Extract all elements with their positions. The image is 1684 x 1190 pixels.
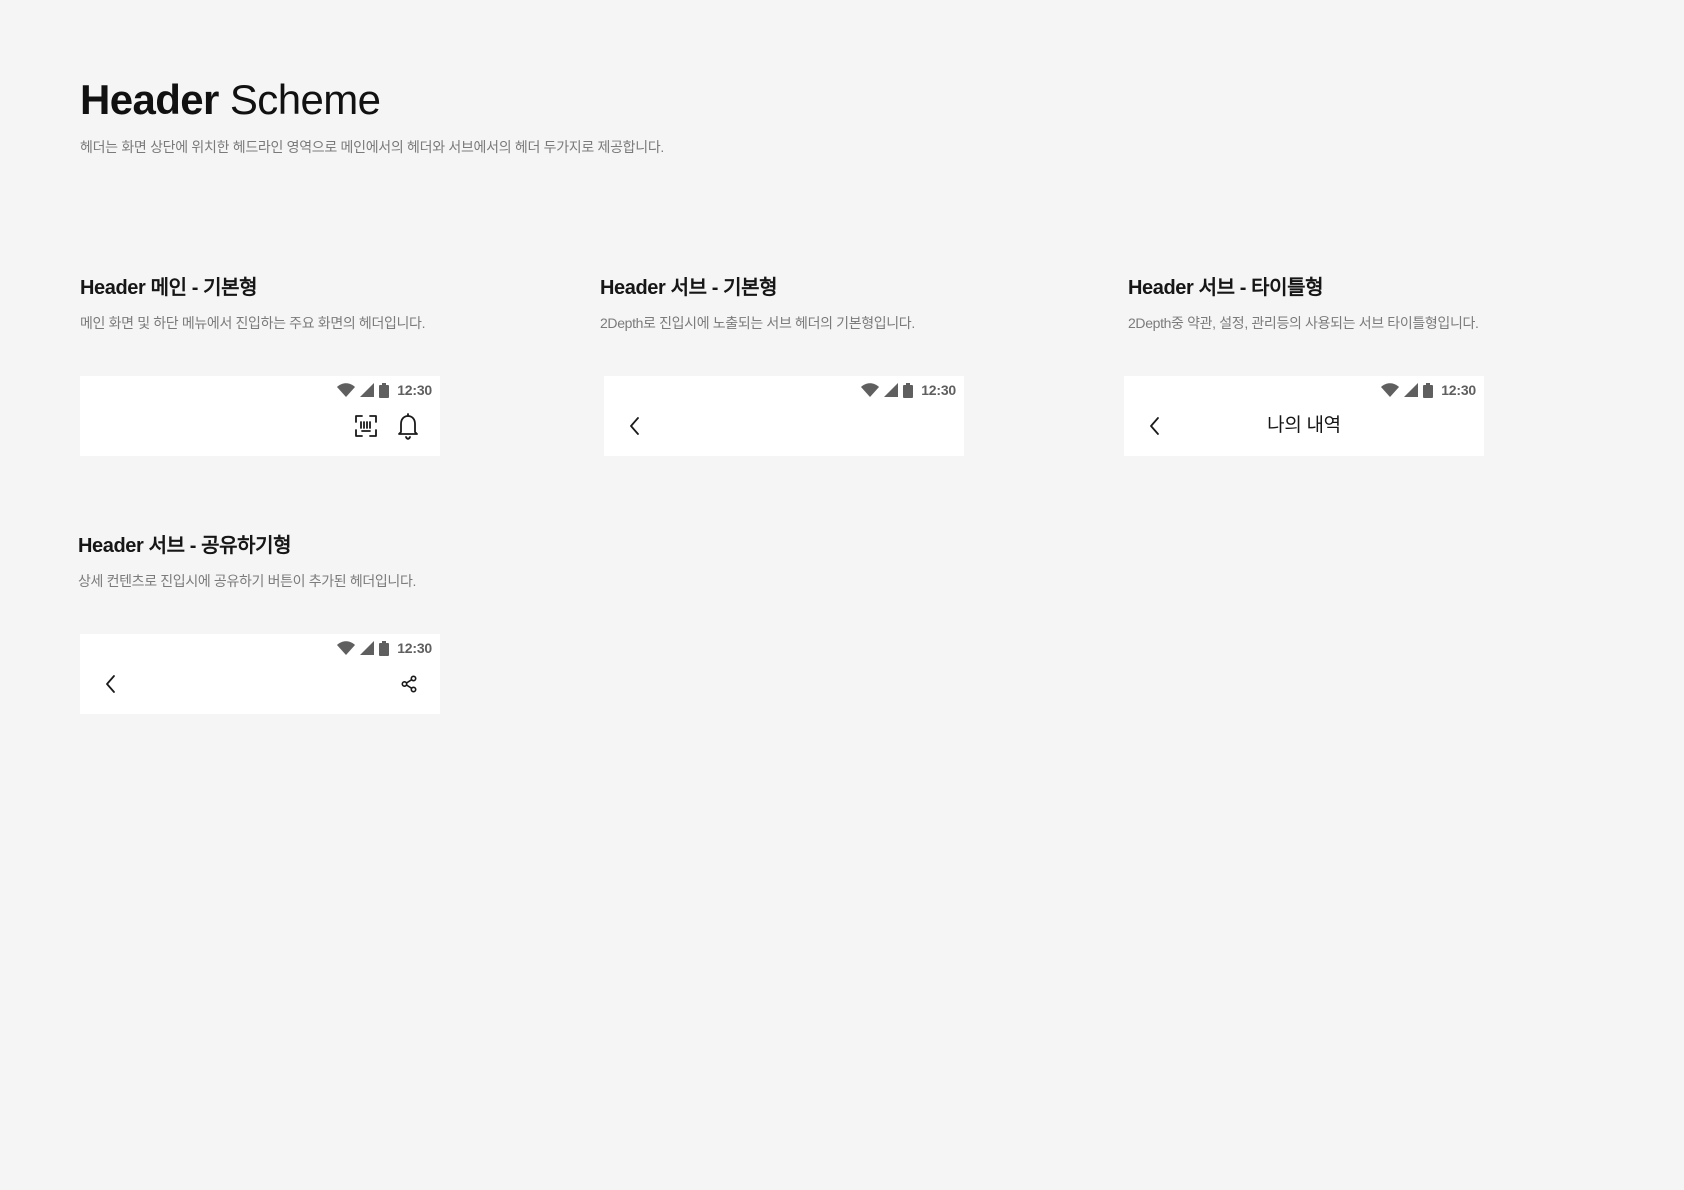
- section-description: 2Depth중 약관, 설정, 관리등의 사용되는 서브 타이틀형입니다.: [1128, 315, 1479, 331]
- header-title: 나의 내역: [1267, 415, 1341, 436]
- battery-icon: [379, 382, 390, 398]
- section-description: 2Depth로 진입시에 노출되는 서브 헤더의 기본형입니다.: [600, 315, 915, 331]
- header-bar: 나의 내역: [1124, 404, 1484, 448]
- section-title: Header 서브 - 공유하기형: [78, 535, 292, 557]
- battery-icon: [379, 640, 390, 656]
- section-main-basic: Header 메인 - 기본형 메인 화면 및 하단 메뉴에서 진입하는 주요 …: [80, 275, 540, 332]
- header-bar: [80, 404, 440, 448]
- wifi-icon: [337, 383, 356, 397]
- status-bar: 12:30: [337, 380, 432, 400]
- header-preview-main-basic: 12:30: [80, 376, 440, 456]
- wifi-icon: [337, 641, 356, 655]
- section-title: Header 서브 - 기본형: [600, 277, 778, 299]
- signal-icon: [360, 641, 375, 655]
- status-time: 12:30: [1441, 382, 1476, 398]
- section-title: Header 메인 - 기본형: [80, 277, 258, 299]
- status-bar: 12:30: [1381, 380, 1476, 400]
- section-description: 상세 컨텐츠로 진입시에 공유하기 버튼이 추가된 헤더입니다.: [78, 573, 417, 589]
- header-bar: [80, 662, 440, 706]
- status-time: 12:30: [921, 382, 956, 398]
- page-title-strong: Header: [80, 76, 219, 123]
- status-bar: 12:30: [337, 638, 432, 658]
- bell-icon[interactable]: [392, 409, 424, 443]
- header-preview-sub-basic: 12:30: [604, 376, 964, 456]
- battery-icon: [903, 382, 914, 398]
- section-sub-title: Header 서브 - 타이틀형 2Depth중 약관, 설정, 관리등의 사용…: [1128, 275, 1588, 332]
- back-icon[interactable]: [96, 669, 126, 699]
- scan-icon[interactable]: [350, 410, 382, 442]
- status-bar: 12:30: [861, 380, 956, 400]
- back-icon[interactable]: [620, 411, 650, 441]
- signal-icon: [1404, 383, 1419, 397]
- status-time: 12:30: [397, 640, 432, 656]
- signal-icon: [360, 383, 375, 397]
- share-icon[interactable]: [394, 669, 424, 699]
- section-sub-basic: Header 서브 - 기본형 2Depth로 진입시에 노출되는 서브 헤더의…: [600, 275, 1060, 332]
- page-description: 헤더는 화면 상단에 위치한 헤드라인 영역으로 메인에서의 헤더와 서브에서의…: [80, 139, 665, 155]
- section-description: 메인 화면 및 하단 메뉴에서 진입하는 주요 화면의 헤더입니다.: [80, 315, 426, 331]
- section-title: Header 서브 - 타이틀형: [1128, 277, 1324, 299]
- header-bar: [604, 404, 964, 448]
- wifi-icon: [1381, 383, 1400, 397]
- page-title: Header Scheme: [80, 74, 381, 126]
- battery-icon: [1423, 382, 1434, 398]
- page-title-light: Scheme: [229, 76, 381, 123]
- signal-icon: [884, 383, 899, 397]
- section-sub-share: Header 서브 - 공유하기형 상세 컨텐츠로 진입시에 공유하기 버튼이 …: [78, 533, 538, 590]
- status-time: 12:30: [397, 382, 432, 398]
- wifi-icon: [861, 383, 880, 397]
- header-preview-sub-share: 12:30: [80, 634, 440, 714]
- header-preview-sub-title: 12:30 나의 내역: [1124, 376, 1484, 456]
